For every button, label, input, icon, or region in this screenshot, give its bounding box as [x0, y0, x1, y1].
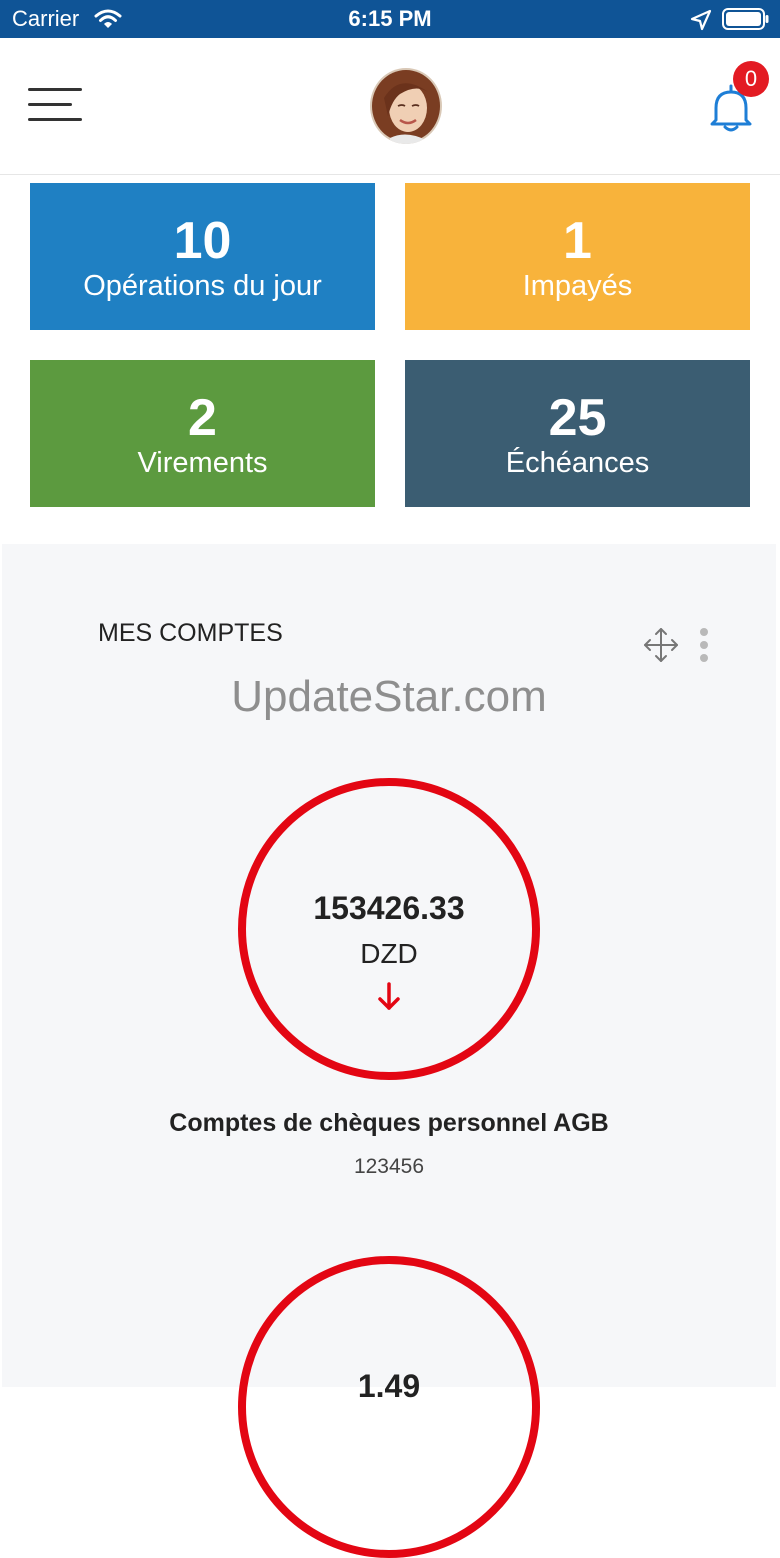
- move-icon[interactable]: [642, 626, 680, 669]
- tile-operations-du-jour[interactable]: 10 Opérations du jour: [30, 183, 375, 330]
- status-time: 6:15 PM: [348, 6, 432, 31]
- tile-label: Impayés: [522, 270, 633, 302]
- battery-icon: [722, 8, 770, 35]
- user-avatar[interactable]: [370, 68, 442, 144]
- tile-label: Échéances: [505, 447, 650, 479]
- more-options-icon[interactable]: [696, 628, 712, 662]
- account-balance-circle[interactable]: 1.49: [238, 1256, 540, 1558]
- location-arrow-icon: [690, 9, 712, 36]
- notification-badge: 0: [733, 61, 769, 97]
- tile-value: 2: [188, 389, 217, 447]
- watermark: UpdateStar.com: [231, 672, 547, 721]
- account-currency: DZD: [360, 938, 418, 969]
- tile-value: 25: [548, 389, 607, 447]
- account-name: Comptes de chèques personnel AGB: [169, 1109, 609, 1137]
- tile-label: Opérations du jour: [83, 270, 322, 302]
- tile-label: Virements: [137, 447, 268, 479]
- account-balance-circle[interactable]: 153426.33 DZD: [238, 778, 540, 1080]
- status-bar: Carrier 6:15 PM: [0, 0, 780, 38]
- arrow-down-icon: [377, 982, 401, 1017]
- tile-echeances[interactable]: 25 Échéances: [405, 360, 750, 507]
- panel-title: MES COMPTES: [98, 619, 283, 647]
- account-balance: 153426.33: [313, 890, 465, 926]
- hamburger-menu-icon[interactable]: [28, 88, 86, 124]
- accounts-panel: MES COMPTES UpdateStar.com 153426.33 DZD: [2, 544, 776, 1558]
- tile-virements[interactable]: 2 Virements: [30, 360, 375, 507]
- tile-impayes[interactable]: 1 Impayés: [405, 183, 750, 330]
- app-header: 0: [0, 38, 780, 175]
- tile-value: 1: [563, 212, 592, 270]
- tile-value: 10: [173, 212, 232, 270]
- account-number: 123456: [353, 1155, 425, 1178]
